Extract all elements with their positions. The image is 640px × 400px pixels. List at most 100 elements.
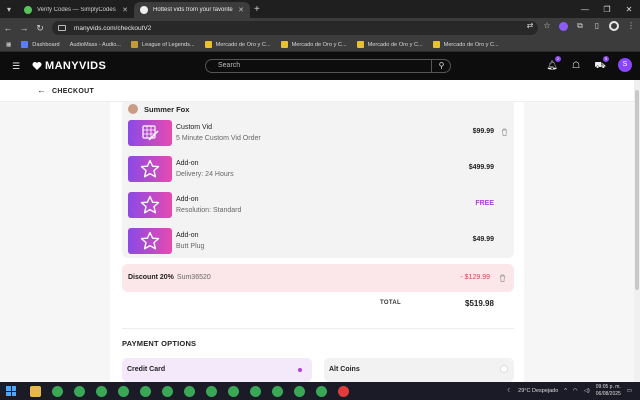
minimize-icon[interactable]: — xyxy=(574,5,596,14)
chrome-icon[interactable] xyxy=(206,385,217,397)
bookmark-mercado-4[interactable]: Mercado de Oro y C... xyxy=(432,41,499,48)
cart-card: Summer Fox Custom Vid 5 Minute Custom Vi… xyxy=(122,102,514,258)
bookmarks-bar: ▦ Dashboard AudioMass - Audio... League … xyxy=(0,38,640,52)
tab-title: Verify Codes — SimplyCodes xyxy=(37,7,116,13)
star-icon xyxy=(140,231,160,250)
bookmark-mercado-2[interactable]: Mercado de Oro y C... xyxy=(280,41,347,48)
back-arrow-icon[interactable]: ← xyxy=(37,85,46,95)
toolbar-actions: ⇄ ☆ ⧉ ▯ ⋮ xyxy=(525,21,636,31)
seller-name: Summer Fox xyxy=(144,104,190,114)
close-tab-icon[interactable]: ✕ xyxy=(122,6,128,14)
simplycodes-favicon-icon xyxy=(24,6,32,14)
bookmark-mercado-3[interactable]: Mercado de Oro y C... xyxy=(356,41,423,48)
browser-tab-bar: ▾ Verify Codes — SimplyCodes ✕ Hottest v… xyxy=(0,0,640,18)
alt-coins-option[interactable]: Alt Coins xyxy=(324,358,514,382)
cart-badge: 5 xyxy=(603,56,609,62)
url-bar[interactable]: manyvids.com/checkoutV2 xyxy=(52,21,538,35)
chrome-icon[interactable] xyxy=(162,385,173,397)
star-icon xyxy=(140,195,160,214)
notifications-icon[interactable]: ▭ xyxy=(627,388,632,394)
hamburger-menu-icon[interactable]: ☰ xyxy=(12,61,20,72)
chrome-icon[interactable] xyxy=(52,385,63,397)
bookmark-league[interactable]: League of Legends... xyxy=(130,41,195,48)
network-icon[interactable]: ◠ xyxy=(573,388,578,394)
payment-option-label: Credit Card xyxy=(127,366,166,373)
total-value: $519.98 xyxy=(465,299,494,308)
chrome-icon[interactable] xyxy=(294,385,305,397)
notifications-bell-icon[interactable]: 🔔︎ 2 xyxy=(546,56,561,71)
radio-selected-icon[interactable] xyxy=(298,368,302,372)
site-header: ☰ MANYVIDS Search ⚲ 🔔︎ 2 ☖ ⛟ 5 S xyxy=(0,52,640,80)
volume-icon[interactable]: ◁) xyxy=(584,388,590,394)
bookmark-mercado-1[interactable]: Mercado de Oro y C... xyxy=(204,41,271,48)
item-title: Add-on xyxy=(176,232,199,239)
close-window-icon[interactable]: ✕ xyxy=(618,5,640,14)
address-toolbar: ← → ↻ manyvids.com/checkoutV2 ⇄ ☆ ⧉ ▯ ⋮ xyxy=(0,18,640,38)
taskbar-apps xyxy=(30,385,349,397)
bookmark-dashboard[interactable]: Dashboard xyxy=(21,41,60,48)
notification-badge: 2 xyxy=(555,56,561,62)
tab-manyvids[interactable]: Hottest vids from your favorite ✕ xyxy=(134,2,250,18)
opera-icon[interactable] xyxy=(338,385,349,397)
chrome-icon[interactable] xyxy=(228,385,239,397)
chrome-icon[interactable] xyxy=(272,385,283,397)
menu-dots-icon[interactable]: ⋮ xyxy=(626,21,636,31)
forward-icon[interactable]: → xyxy=(16,23,32,33)
item-title: Add-on xyxy=(176,196,199,203)
bookmark-audiomass[interactable]: AudioMass - Audio... xyxy=(70,42,121,48)
addon-thumbnail xyxy=(128,192,172,218)
clock[interactable]: 09:05 p. m. 06/08/2025 xyxy=(596,384,621,398)
addon-thumbnail xyxy=(128,156,172,182)
item-subtitle: 5 Minute Custom Vid Order xyxy=(176,135,261,142)
item-subtitle: Delivery: 24 Hours xyxy=(176,171,234,178)
messages-icon[interactable]: ☖ xyxy=(570,59,582,71)
radio-unselected-icon[interactable] xyxy=(500,365,508,373)
bookmark-star-icon[interactable]: ☆ xyxy=(542,21,552,31)
profile-icon[interactable] xyxy=(609,21,619,31)
back-icon[interactable]: ← xyxy=(0,23,16,33)
user-avatar[interactable]: S xyxy=(618,58,632,72)
scrollbar-thumb[interactable] xyxy=(635,90,639,290)
extensions-puzzle-icon[interactable]: ⧉ xyxy=(575,21,585,31)
chrome-icon[interactable] xyxy=(140,385,151,397)
seller-avatar xyxy=(128,104,138,114)
new-tab-button[interactable]: + xyxy=(254,4,260,15)
tray-chevron-icon[interactable]: ^ xyxy=(564,388,567,394)
search-input[interactable]: Search xyxy=(205,59,451,73)
chrome-icon[interactable] xyxy=(316,385,327,397)
tab-search-icon[interactable]: ▾ xyxy=(0,0,18,18)
chrome-icon[interactable] xyxy=(184,385,195,397)
weather-icon[interactable]: ☾ xyxy=(507,388,512,394)
windows-start-icon[interactable] xyxy=(6,386,16,396)
manyvids-logo[interactable]: MANYVIDS xyxy=(32,60,106,72)
credit-card-option[interactable]: Credit Card xyxy=(122,358,312,382)
chrome-icon[interactable] xyxy=(118,385,129,397)
search-icon[interactable]: ⚲ xyxy=(431,59,451,73)
item-subtitle: Butt Plug xyxy=(176,243,205,250)
maximize-icon[interactable]: ❐ xyxy=(596,5,618,14)
translate-icon[interactable]: ⇄ xyxy=(525,21,535,31)
heart-logo-icon xyxy=(32,62,42,70)
checkout-panel: Summer Fox Custom Vid 5 Minute Custom Vi… xyxy=(110,102,524,382)
extension-icon[interactable] xyxy=(559,21,568,31)
item-subtitle: Resolution: Standard xyxy=(176,207,242,214)
cart-item: Custom Vid 5 Minute Custom Vid Order $99… xyxy=(128,120,510,146)
reload-icon[interactable]: ↻ xyxy=(32,23,48,34)
header-actions: 🔔︎ 2 ☖ ⛟ 5 S xyxy=(546,56,632,72)
weather-text[interactable]: 29°C Despejado xyxy=(518,388,558,394)
site-info-icon[interactable] xyxy=(58,25,66,31)
close-tab-icon[interactable]: ✕ xyxy=(238,6,244,14)
chrome-icon[interactable] xyxy=(250,385,261,397)
tab-title: Hottest vids from your favorite xyxy=(153,7,233,13)
remove-discount-trash-icon[interactable] xyxy=(499,274,506,282)
trash-icon[interactable] xyxy=(501,128,508,136)
star-icon xyxy=(140,159,160,178)
cart-icon[interactable]: ⛟ 5 xyxy=(594,56,609,71)
file-explorer-icon[interactable] xyxy=(30,385,41,397)
sidebar-icon[interactable]: ▯ xyxy=(592,21,602,31)
chrome-icon[interactable] xyxy=(74,385,85,397)
item-title: Custom Vid xyxy=(176,124,213,131)
chrome-icon[interactable] xyxy=(96,385,107,397)
tab-verify-codes[interactable]: Verify Codes — SimplyCodes ✕ xyxy=(18,2,134,18)
apps-grid-icon[interactable]: ▦ xyxy=(6,42,11,48)
